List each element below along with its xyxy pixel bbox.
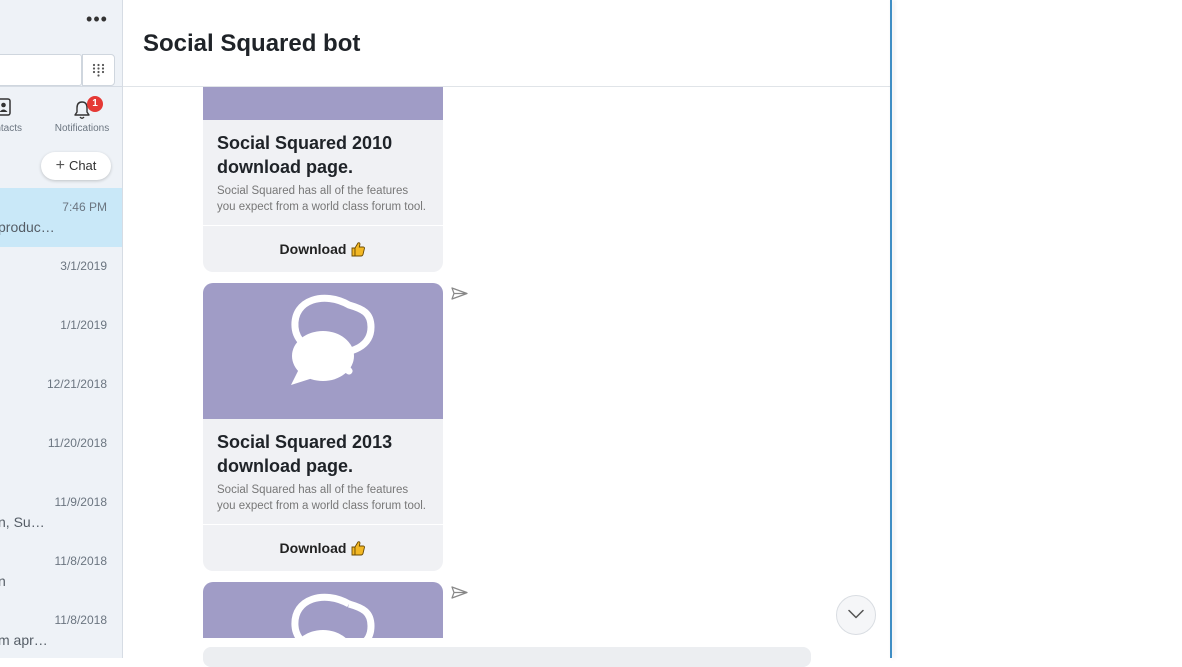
card-text: Social Squared has all of the features y… xyxy=(217,484,426,512)
hero-card: Social Squared 2013 download page. Socia… xyxy=(203,283,443,571)
card-title: Social Squared 2010 download page. xyxy=(217,133,393,177)
conversation-item[interactable]: 12/21/2018 xyxy=(0,365,122,424)
download-button[interactable]: Download xyxy=(203,524,443,571)
card-image xyxy=(203,283,443,419)
conversation-item[interactable]: 1/1/2019 xyxy=(0,306,122,365)
conversation-preview: n xyxy=(0,573,6,589)
download-button-label: Download xyxy=(279,241,347,257)
chevron-down-icon xyxy=(848,609,864,619)
window-edge xyxy=(890,0,892,658)
conversation-item[interactable]: 11/8/2018 m apr… xyxy=(0,601,122,658)
divider xyxy=(0,86,122,87)
conversation-time: 11/9/2018 xyxy=(54,495,108,509)
conversation-preview: produc… xyxy=(0,219,55,235)
hero-card xyxy=(203,582,443,638)
conversation-item[interactable]: 11/8/2018 n xyxy=(0,542,122,601)
sent-icon xyxy=(451,586,468,599)
card-image xyxy=(203,87,443,120)
chat-bubbles-icon xyxy=(291,593,375,638)
nav-notifications-label: Notifications xyxy=(54,123,110,134)
search-input[interactable] xyxy=(0,54,82,86)
conversation-item[interactable]: 11/20/2018 xyxy=(0,424,122,483)
download-button[interactable]: Download xyxy=(203,225,443,272)
message-input[interactable] xyxy=(203,647,811,667)
card-text: Social Squared has all of the features y… xyxy=(217,185,426,213)
conversation-time: 3/1/2019 xyxy=(60,259,107,273)
new-chat-label: Chat xyxy=(68,158,97,173)
sidebar: ••• Contacts 1 Notifications +Chat 7:46 … xyxy=(0,0,123,658)
conversation-time: 11/20/2018 xyxy=(47,436,107,450)
conversation-time: 11/8/2018 xyxy=(54,554,108,568)
notification-badge: 1 xyxy=(87,96,103,112)
conversation-time: 11/8/2018 xyxy=(54,613,108,627)
conversation-item[interactable]: 3/1/2019 xyxy=(0,247,122,306)
thumbs-up-icon xyxy=(351,242,366,257)
chat-pane: Social Squared bot Social Squared 2010 d… xyxy=(123,0,890,667)
conversation-time: 7:46 PM xyxy=(62,200,107,214)
conversation-time: 1/1/2019 xyxy=(60,318,107,332)
thumbs-up-icon xyxy=(351,541,366,556)
conversation-time: 12/21/2018 xyxy=(46,377,107,391)
download-button-label: Download xyxy=(279,540,347,556)
dialpad-button[interactable] xyxy=(82,54,115,86)
conversation-item[interactable]: 11/9/2018 n, Su… xyxy=(0,483,122,542)
new-chat-button[interactable]: + Chat xyxy=(41,152,111,180)
contacts-icon xyxy=(0,98,11,116)
dialpad-icon xyxy=(92,63,105,77)
card-image xyxy=(203,582,443,638)
conversation-item[interactable]: 7:46 PM produc… xyxy=(0,188,122,247)
sent-icon xyxy=(451,287,468,300)
chat-bubbles-icon xyxy=(291,294,375,385)
chat-title: Social Squared bot xyxy=(143,30,361,57)
conversation-preview: n, Su… xyxy=(0,514,45,530)
card-title: Social Squared 2013 download page. xyxy=(217,432,393,476)
hero-card: Social Squared 2010 download page. Socia… xyxy=(203,87,443,272)
plus-icon: + xyxy=(55,157,65,174)
more-options-button[interactable]: ••• xyxy=(84,10,110,34)
scroll-to-bottom-button[interactable] xyxy=(836,595,876,635)
conversation-preview: m apr… xyxy=(0,632,48,648)
nav-contacts-label: Contacts xyxy=(0,123,22,134)
chat-header: Social Squared bot xyxy=(123,0,890,87)
